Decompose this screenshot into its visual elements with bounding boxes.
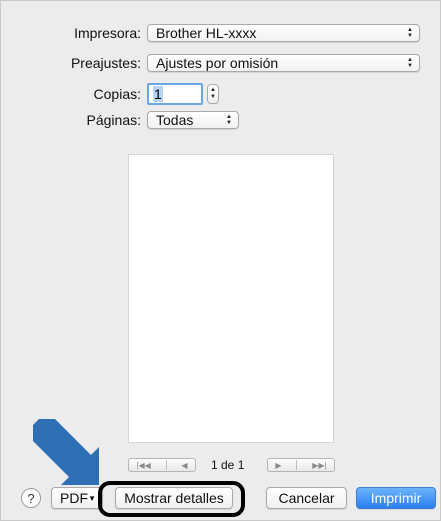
presets-row: Preajustes: Ajustes por omisión ▲ ▼ [53, 54, 420, 72]
copies-stepper[interactable]: ▲ ▼ [207, 84, 219, 104]
updown-arrows-icon: ▲ ▼ [226, 114, 232, 126]
highlight-ring [98, 481, 245, 517]
pages-row: Páginas: Todas ▲ ▼ [53, 111, 239, 129]
help-button[interactable]: ? [21, 488, 41, 508]
copies-field[interactable]: 1 [147, 83, 203, 105]
previous-page-icon: ◀ [181, 460, 188, 470]
pages-label: Páginas: [86, 112, 141, 128]
pdf-label: PDF [60, 490, 88, 506]
divider [296, 460, 298, 470]
print-label: Imprimir [370, 490, 422, 506]
stepper-up-icon: ▲ [210, 87, 216, 93]
presets-value: Ajustes por omisión [156, 55, 279, 71]
pages-value: Todas [156, 112, 194, 128]
preview-forward-buttons[interactable]: ▶ ▶▶| [267, 458, 335, 472]
pointer-arrow-icon [33, 419, 99, 485]
cancel-button[interactable]: Cancelar [266, 487, 347, 509]
pages-popup[interactable]: Todas ▲ ▼ [147, 111, 239, 129]
next-page-icon: ▶ [275, 460, 282, 470]
presets-label: Preajustes: [70, 55, 141, 71]
divider [165, 460, 167, 470]
dropdown-arrow-icon: ▼ [88, 493, 96, 503]
printer-value: Brother HL-xxxx [156, 25, 257, 41]
copies-label: Copias: [93, 86, 141, 102]
print-preview-page [128, 154, 334, 443]
pdf-menu-button[interactable]: PDF ▼ [51, 487, 103, 509]
updown-arrows-icon: ▲ ▼ [407, 57, 413, 69]
copies-row: Copias: 1 ▲ ▼ [53, 83, 219, 105]
presets-popup[interactable]: Ajustes por omisión ▲ ▼ [147, 54, 420, 72]
first-page-icon: |◀◀ [136, 460, 151, 470]
printer-label: Impresora: [74, 25, 141, 41]
copies-value: 1 [153, 86, 163, 102]
stepper-down-icon: ▼ [210, 94, 216, 100]
updown-arrows-icon: ▲ ▼ [407, 27, 413, 39]
help-glyph: ? [27, 490, 35, 506]
print-button[interactable]: Imprimir [356, 487, 436, 509]
page-indicator: 1 de 1 [211, 458, 245, 472]
printer-popup[interactable]: Brother HL-xxxx ▲ ▼ [147, 24, 420, 42]
last-page-icon: ▶▶| [312, 460, 327, 470]
cancel-label: Cancelar [278, 490, 335, 506]
printer-row: Impresora: Brother HL-xxxx ▲ ▼ [53, 24, 420, 42]
preview-back-buttons[interactable]: |◀◀ ◀ [128, 458, 196, 472]
print-dialog: Impresora: Brother HL-xxxx ▲ ▼ Preajustes… [0, 0, 441, 521]
